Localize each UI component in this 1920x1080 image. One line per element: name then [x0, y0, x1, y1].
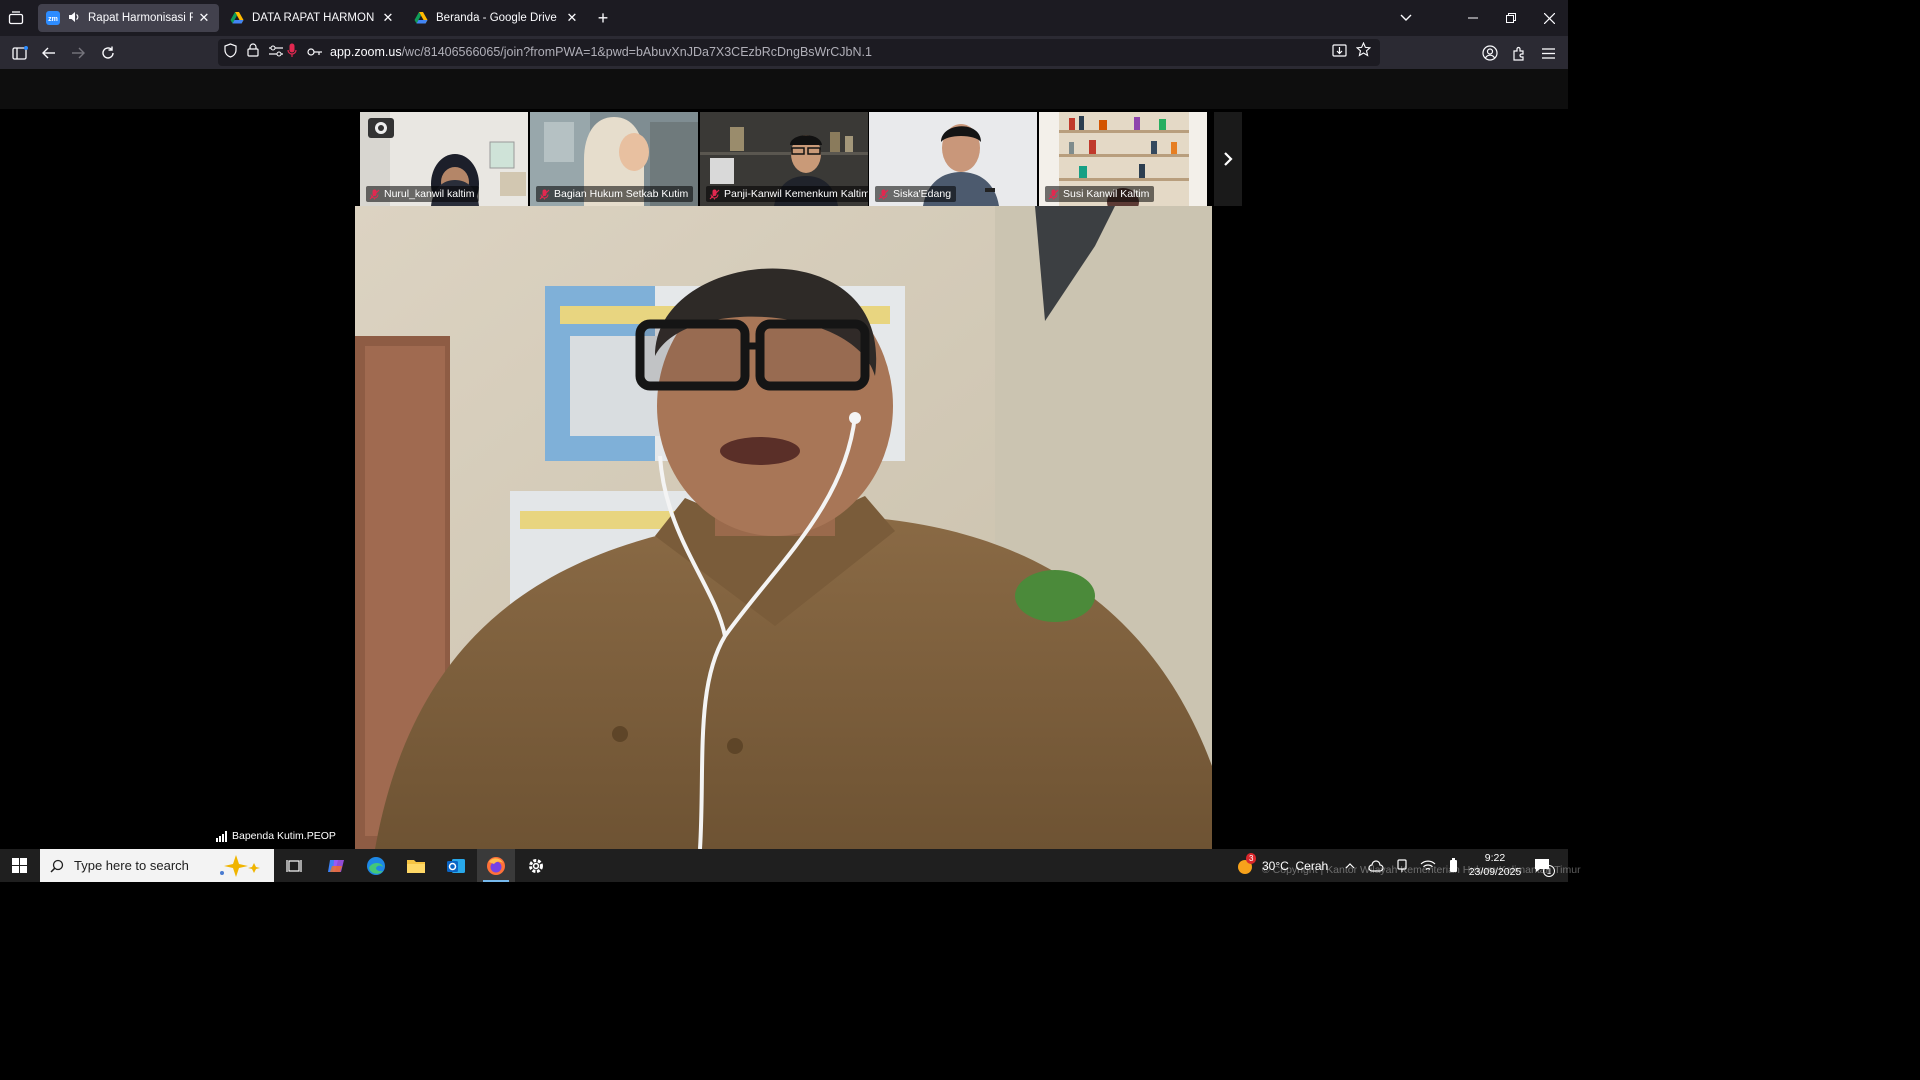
signal-strength-icon	[216, 831, 228, 842]
active-speaker-label: Bapenda Kutim.PEOP	[216, 830, 336, 842]
next-participants-button[interactable]	[1214, 112, 1242, 206]
outlook-app-button[interactable]	[440, 849, 472, 882]
tab-title: Beranda - Google Drive	[436, 12, 557, 24]
copyright-watermark: © Copyright | Kantor Wilayah Kementerian…	[1262, 864, 1581, 876]
file-explorer-button[interactable]	[400, 849, 432, 882]
microphone-muted-icon[interactable]	[287, 43, 297, 63]
close-tab-icon[interactable]: ✕	[197, 10, 211, 26]
toolbar-right	[1470, 36, 1568, 69]
reload-button[interactable]	[98, 43, 118, 63]
search-icon	[50, 859, 64, 873]
weather-sun-icon: 3	[1236, 852, 1257, 876]
task-view-icon	[286, 859, 302, 872]
gear-icon	[529, 858, 543, 873]
google-drive-icon	[414, 11, 428, 25]
tab-overview-icon[interactable]	[7, 9, 25, 27]
back-button[interactable]	[39, 43, 59, 63]
start-button[interactable]	[0, 849, 38, 882]
forward-button[interactable]	[68, 43, 88, 63]
search-placeholder: Type here to search	[74, 858, 189, 873]
participant-name: Siska'Edang	[893, 188, 952, 200]
windows-logo-icon	[11, 858, 27, 873]
task-view-button[interactable]	[280, 849, 308, 882]
zoom-top-bar	[0, 69, 1568, 109]
google-drive-icon	[230, 11, 244, 25]
key-icon[interactable]	[307, 44, 323, 62]
close-tab-icon[interactable]: ✕	[381, 10, 395, 26]
participant-tile[interactable]: Susi Kanwil Kaltim	[1039, 112, 1207, 206]
participant-name-label: Bagian Hukum Setkab Kutim	[536, 186, 694, 202]
microphone-muted-icon	[709, 189, 720, 199]
microphone-muted-icon	[369, 189, 380, 199]
permissions-icon[interactable]	[269, 44, 283, 62]
url-path: /wc/81406566065/join?fromPWA=1&pwd=bAbuv…	[401, 45, 872, 59]
copilot-icon	[328, 859, 344, 872]
microphone-muted-icon	[1048, 189, 1059, 199]
speaker-video-frame	[355, 206, 1212, 849]
extensions-icon[interactable]	[1509, 43, 1529, 63]
minimize-icon[interactable]	[1464, 9, 1482, 27]
participant-name: Panji-Kanwil Kemenkum Kaltim	[724, 188, 868, 200]
tab-data-rapat-harmon[interactable]: DATA RAPAT HARMON - Googl ✕	[222, 4, 403, 32]
tab-title: Rapat Harmonisasi Raperbu	[88, 12, 193, 24]
microphone-muted-icon	[539, 189, 550, 199]
participant-name-label: Panji-Kanwil Kemenkum Kaltim	[706, 186, 868, 202]
firefox-icon	[487, 856, 505, 875]
weather-alert-badge: 3	[1246, 852, 1257, 864]
participant-tile[interactable]: Panji-Kanwil Kemenkum Kaltim	[700, 112, 868, 206]
participant-name-label: Siska'Edang	[875, 186, 957, 202]
participant-tile[interactable]: Bagian Hukum Setkab Kutim	[530, 112, 698, 206]
tracking-protection-shield-icon[interactable]	[224, 43, 237, 63]
copilot-sparkle-icon	[220, 855, 260, 877]
settings-app-button[interactable]	[520, 849, 552, 882]
tab-beranda-google-drive[interactable]: Beranda - Google Drive ✕	[406, 4, 587, 32]
edge-icon	[367, 856, 385, 875]
url-domain: app.zoom.us	[330, 45, 402, 59]
participant-name: Nurul_kanwil kaltim	[384, 188, 475, 200]
chevron-right-icon	[1224, 152, 1233, 166]
microphone-muted-icon	[878, 189, 889, 199]
participant-tile[interactable]: Siska'Edang	[869, 112, 1037, 206]
copilot-app-button[interactable]	[320, 849, 352, 882]
participant-name: Susi Kanwil Kaltim	[1063, 188, 1150, 200]
url-text[interactable]: app.zoom.us/wc/81406566065/join?fromPWA=…	[330, 45, 872, 59]
zoom-icon: zm	[46, 11, 60, 25]
new-tab-button[interactable]: +	[594, 8, 612, 28]
participant-name-label: Susi Kanwil Kaltim	[1045, 186, 1155, 202]
bookmark-star-icon[interactable]	[1355, 41, 1372, 62]
clock-time: 9:22	[1484, 852, 1506, 864]
close-tab-icon[interactable]: ✕	[565, 10, 579, 26]
edge-app-button[interactable]	[360, 849, 392, 882]
participant-name: Bagian Hukum Setkab Kutim	[554, 188, 689, 200]
speaker-icon[interactable]	[68, 11, 82, 26]
url-bar[interactable]: app.zoom.us/wc/81406566065/join?fromPWA=…	[218, 39, 1380, 66]
tab-title: DATA RAPAT HARMON - Googl	[252, 12, 377, 24]
tab-strip: zm Rapat Harmonisasi Raperbu ✕ DATA RAPA…	[0, 0, 1568, 36]
lock-icon[interactable]	[247, 43, 259, 62]
folder-icon	[407, 859, 425, 873]
list-all-tabs-icon[interactable]	[1397, 9, 1415, 27]
menu-icon[interactable]	[1538, 43, 1558, 63]
close-window-icon[interactable]	[1540, 9, 1558, 27]
firefox-app-button[interactable]	[477, 849, 515, 882]
account-icon[interactable]	[1480, 43, 1500, 63]
participant-tile[interactable]: Nurul_kanwil kaltim	[360, 112, 528, 206]
tab-rapat-harmonisasi[interactable]: zm Rapat Harmonisasi Raperbu ✕	[38, 4, 219, 32]
participant-name-label: Nurul_kanwil kaltim	[366, 186, 480, 202]
active-app-indicator	[483, 880, 509, 882]
sidebar-icon[interactable]	[10, 43, 30, 63]
svg-text:zm: zm	[48, 16, 58, 23]
taskbar-search-box[interactable]: Type here to search	[40, 849, 274, 882]
restore-icon[interactable]	[1502, 9, 1520, 27]
active-speaker-video[interactable]	[355, 206, 1212, 849]
install-app-icon[interactable]	[1332, 43, 1347, 62]
active-speaker-name: Bapenda Kutim.PEOP	[232, 830, 336, 842]
outlook-icon	[447, 858, 465, 873]
